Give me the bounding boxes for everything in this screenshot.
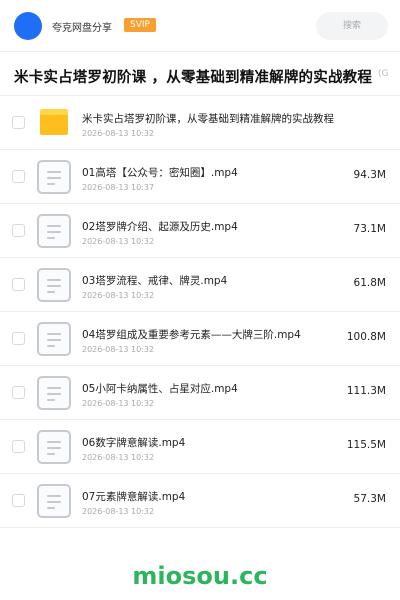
avatar[interactable]	[14, 12, 42, 40]
page-title: 米卡实占塔罗初阶课 ，从零基础到精准解牌的实战教程	[14, 70, 373, 86]
row-checkbox[interactable]	[12, 386, 25, 399]
file-name: 04塔罗组成及重要参考元素——大牌三阶.mp4	[82, 329, 301, 341]
document-icon	[37, 376, 71, 410]
list-item[interactable]: 05小阿卡纳属性、占星对应.mp4 2026-08-13 10:32 111.3…	[0, 366, 400, 420]
file-name: 07元素牌意解读.mp4	[82, 491, 186, 503]
file-size: 57.3M	[353, 493, 386, 505]
file-size: 115.5M	[346, 439, 386, 451]
document-icon	[37, 430, 71, 464]
list-item[interactable]: 01高塔【公众号：密知圈】.mp4 2026-08-13 10:37 94.3M	[0, 150, 400, 204]
title-suffix: (G	[378, 69, 389, 79]
document-icon	[37, 268, 71, 302]
watermark: miosou.cc	[132, 562, 268, 590]
list-item[interactable]: 米卡实占塔罗初阶课，从零基础到精准解牌的实战教程 2026-08-13 10:3…	[0, 96, 400, 150]
svip-badge: SVIP	[124, 18, 156, 32]
file-date: 2026-08-13 10:32	[82, 399, 155, 408]
row-checkbox[interactable]	[12, 494, 25, 507]
file-size: 61.8M	[353, 277, 386, 289]
file-size: 94.3M	[353, 169, 386, 181]
list-item[interactable]: 06数字牌意解读.mp4 2026-08-13 10:32 115.5M	[0, 420, 400, 474]
file-size: 111.3M	[346, 385, 386, 397]
file-date: 2026-08-13 10:32	[82, 129, 155, 138]
file-name: 06数字牌意解读.mp4	[82, 437, 186, 449]
document-icon	[37, 484, 71, 518]
file-name: 米卡实占塔罗初阶课，从零基础到精准解牌的实战教程	[82, 113, 334, 125]
document-icon	[37, 160, 71, 194]
row-checkbox[interactable]	[12, 332, 25, 345]
file-name: 03塔罗流程、戒律、牌灵.mp4	[82, 275, 228, 287]
list-item[interactable]: 04塔罗组成及重要参考元素——大牌三阶.mp4 2026-08-13 10:32…	[0, 312, 400, 366]
file-list: 米卡实占塔罗初阶课，从零基础到精准解牌的实战教程 2026-08-13 10:3…	[0, 96, 400, 528]
file-date: 2026-08-13 10:32	[82, 453, 155, 462]
file-size: 73.1M	[353, 223, 386, 235]
file-name: 05小阿卡纳属性、占星对应.mp4	[82, 383, 238, 395]
file-date: 2026-08-13 10:37	[82, 183, 155, 192]
file-size: 100.8M	[346, 331, 386, 343]
file-name: 02塔罗牌介绍、起源及历史.mp4	[82, 221, 238, 233]
row-checkbox[interactable]	[12, 116, 25, 129]
file-date: 2026-08-13 10:32	[82, 237, 155, 246]
folder-icon	[40, 109, 68, 135]
document-icon	[37, 322, 71, 356]
row-checkbox[interactable]	[12, 224, 25, 237]
list-item[interactable]: 03塔罗流程、戒律、牌灵.mp4 2026-08-13 10:32 61.8M	[0, 258, 400, 312]
row-checkbox[interactable]	[12, 278, 25, 291]
file-date: 2026-08-13 10:32	[82, 345, 155, 354]
file-date: 2026-08-13 10:32	[82, 291, 155, 300]
list-item[interactable]: 07元素牌意解读.mp4 2026-08-13 10:32 57.3M	[0, 474, 400, 528]
search-button[interactable]: 搜索	[316, 12, 388, 40]
file-name: 01高塔【公众号：密知圈】.mp4	[82, 167, 238, 179]
file-date: 2026-08-13 10:32	[82, 507, 155, 516]
share-name: 夸克网盘分享	[52, 23, 112, 34]
row-checkbox[interactable]	[12, 170, 25, 183]
document-icon	[37, 214, 71, 248]
share-header: 夸克网盘分享 SVIP 搜索	[0, 0, 400, 52]
list-item[interactable]: 02塔罗牌介绍、起源及历史.mp4 2026-08-13 10:32 73.1M	[0, 204, 400, 258]
row-checkbox[interactable]	[12, 440, 25, 453]
title-bar: 米卡实占塔罗初阶课 ，从零基础到精准解牌的实战教程 (G	[0, 52, 400, 96]
